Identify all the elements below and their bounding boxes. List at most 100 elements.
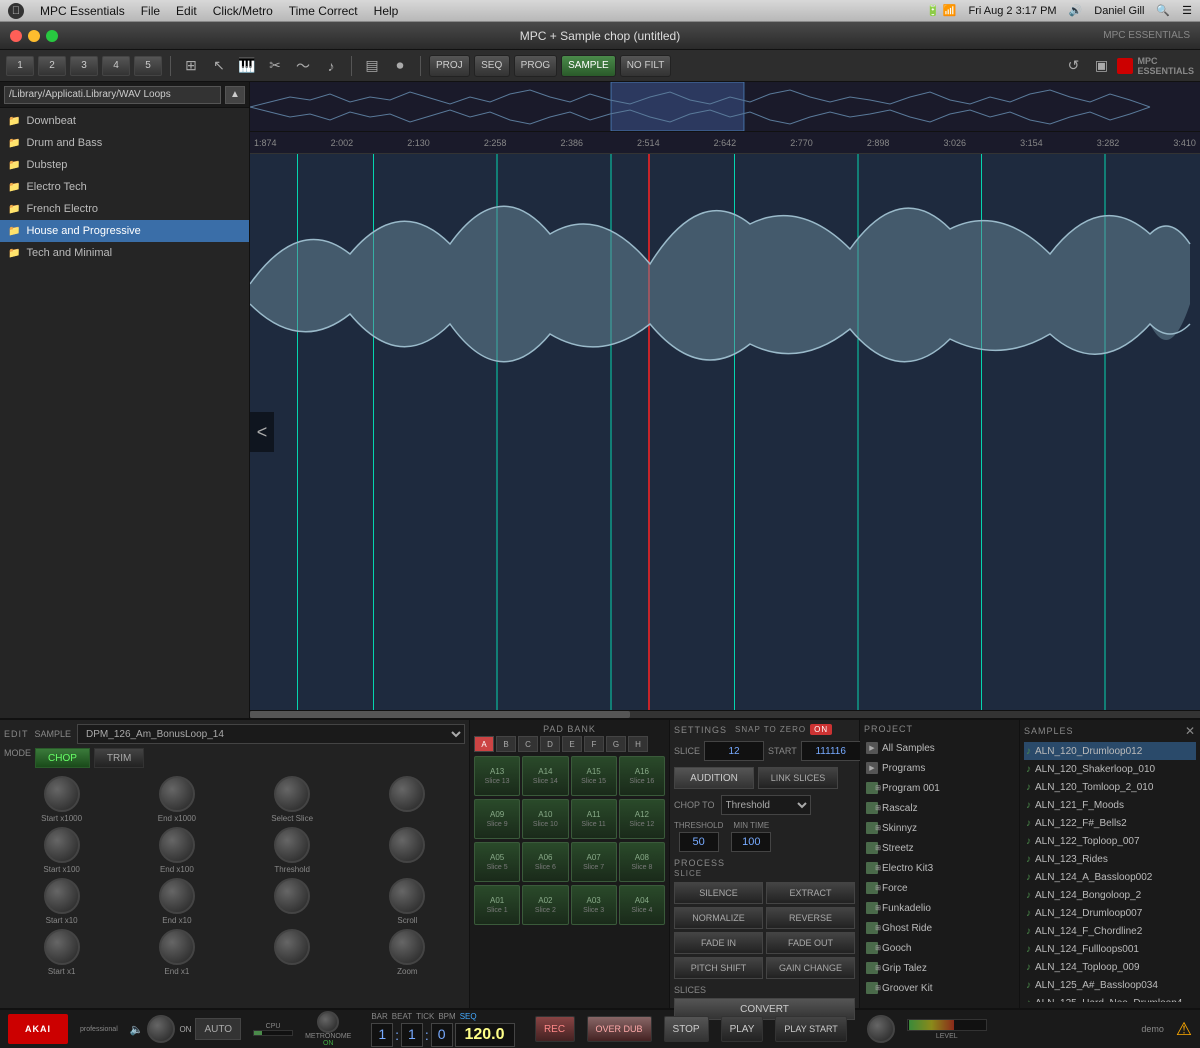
pad-a13[interactable]: A13 Slice 13: [474, 756, 520, 796]
menu-time-correct[interactable]: Time Correct: [289, 4, 358, 18]
sample-item-14[interactable]: ♪ ALN_125_Hard_Neo_Drumloop4: [1024, 994, 1196, 1002]
sample-item-12[interactable]: ♪ ALN_124_Toploop_009: [1024, 958, 1196, 976]
pad-a03[interactable]: A03 Slice 3: [571, 885, 617, 925]
file-item-electro-tech[interactable]: 📁Electro Tech: [0, 176, 249, 198]
pad-a10[interactable]: A10 Slice 10: [522, 799, 568, 839]
start-field[interactable]: [801, 741, 861, 761]
file-item-house-and-progressive[interactable]: 📁House and Progressive: [0, 220, 249, 242]
knob-q12[interactable]: [389, 827, 425, 863]
project-item-all-samples[interactable]: ▶ All Samples: [864, 738, 1015, 758]
knob-q16[interactable]: [389, 776, 425, 812]
project-item-streetz[interactable]: ⊞ Streetz: [864, 838, 1015, 858]
menu-mpc-essentials[interactable]: MPC Essentials: [40, 4, 125, 18]
sample-item-10[interactable]: ♪ ALN_124_F_Chordline2: [1024, 922, 1196, 940]
pad-a12[interactable]: A12 Slice 12: [619, 799, 665, 839]
sample-item-4[interactable]: ♪ ALN_122_F#_Bells2: [1024, 814, 1196, 832]
process-btn-fade-in[interactable]: FADE IN: [674, 932, 763, 954]
pad-a15[interactable]: A15 Slice 15: [571, 756, 617, 796]
process-btn-reverse[interactable]: REVERSE: [766, 907, 855, 929]
bank-btn-c[interactable]: C: [518, 736, 538, 752]
bank-btn-a[interactable]: A: [474, 736, 494, 752]
project-item-force[interactable]: ⊞ Force: [864, 878, 1015, 898]
sample-item-6[interactable]: ♪ ALN_123_Rides: [1024, 850, 1196, 868]
sample-item-1[interactable]: ♪ ALN_120_Shakerloop_010: [1024, 760, 1196, 778]
pad-a07[interactable]: A07 Slice 7: [571, 842, 617, 882]
bank-btn-b[interactable]: B: [496, 736, 516, 752]
pad-a06[interactable]: A06 Slice 6: [522, 842, 568, 882]
prog-btn[interactable]: PROG: [514, 55, 557, 77]
sample-item-5[interactable]: ♪ ALN_122_Toploop_007: [1024, 832, 1196, 850]
pad-a01[interactable]: A01 Slice 1: [474, 885, 520, 925]
no-filt-btn[interactable]: NO FILT: [620, 55, 672, 77]
process-btn-pitch-shift[interactable]: PITCH SHIFT: [674, 957, 763, 979]
wave-icon[interactable]: 〜: [291, 55, 315, 77]
process-btn-extract[interactable]: EXTRACT: [766, 882, 855, 904]
threshold-input[interactable]: [679, 832, 719, 852]
file-item-drum-and-bass[interactable]: 📁Drum and Bass: [0, 132, 249, 154]
process-btn-fade-out[interactable]: FADE OUT: [766, 932, 855, 954]
nav-left-arrow[interactable]: <: [250, 412, 274, 452]
waveform-scrollbar[interactable]: [250, 710, 1200, 718]
menu-file[interactable]: File: [141, 4, 160, 18]
menu-click-metro[interactable]: Click/Metro: [213, 4, 273, 18]
note-icon[interactable]: ♪: [319, 55, 343, 77]
project-item-programs[interactable]: ▶ Programs: [864, 758, 1015, 778]
project-item-electro-kit3[interactable]: ⊞ Electro Kit3: [864, 858, 1015, 878]
knob-q8[interactable]: [389, 878, 425, 914]
volume-knob[interactable]: [147, 1015, 175, 1043]
trim-mode-btn[interactable]: TRIM: [94, 748, 144, 768]
stop-button[interactable]: STOP: [664, 1016, 709, 1042]
trim-icon[interactable]: ✂: [263, 55, 287, 77]
rec-button[interactable]: REC: [535, 1016, 575, 1042]
chop-mode-btn[interactable]: CHOP: [35, 748, 90, 768]
file-item-french-electro[interactable]: 📁French Electro: [0, 198, 249, 220]
slice-icon[interactable]: ▤: [360, 55, 384, 77]
pad-a16[interactable]: A16 Slice 16: [619, 756, 665, 796]
menu-icon[interactable]: ☰: [1182, 4, 1192, 17]
sample-item-3[interactable]: ♪ ALN_121_F_Moods: [1024, 796, 1196, 814]
path-input[interactable]: [4, 86, 221, 104]
knob-q5[interactable]: [44, 878, 80, 914]
menu-edit[interactable]: Edit: [176, 4, 197, 18]
project-item-program-001[interactable]: ⊞ Program 001: [864, 778, 1015, 798]
samples-close-btn[interactable]: ✕: [1185, 724, 1196, 738]
audition-btn[interactable]: AUDITION: [674, 767, 754, 789]
bank-btn-h[interactable]: H: [628, 736, 648, 752]
pad-a09[interactable]: A09 Slice 9: [474, 799, 520, 839]
file-item-tech-and-minimal[interactable]: 📁Tech and Minimal: [0, 242, 249, 264]
file-item-dubstep[interactable]: 📁Dubstep: [0, 154, 249, 176]
sample-item-13[interactable]: ♪ ALN_125_A#_Bassloop034: [1024, 976, 1196, 994]
process-btn-normalize[interactable]: NORMALIZE: [674, 907, 763, 929]
knob-q13[interactable]: [44, 776, 80, 812]
knob-q1[interactable]: [44, 929, 80, 965]
sample-item-11[interactable]: ♪ ALN_124_Fullloops001: [1024, 940, 1196, 958]
undo-icon[interactable]: ↺: [1061, 55, 1085, 77]
pad-a04[interactable]: A04 Slice 4: [619, 885, 665, 925]
metronome-knob[interactable]: [317, 1011, 339, 1033]
project-item-rascalz[interactable]: ⊞ Rascalz: [864, 798, 1015, 818]
sample-btn[interactable]: SAMPLE: [561, 55, 616, 77]
bank-btn-e[interactable]: E: [562, 736, 582, 752]
proj-btn[interactable]: PROJ: [429, 55, 470, 77]
play-start-button[interactable]: PLAY START: [775, 1016, 846, 1042]
num-btn-1[interactable]: 1: [6, 56, 34, 76]
project-item-grip-talez[interactable]: ⊞ Grip Talez: [864, 958, 1015, 978]
pad-a08[interactable]: A08 Slice 8: [619, 842, 665, 882]
num-btn-4[interactable]: 4: [102, 56, 130, 76]
knob-q3[interactable]: [274, 929, 310, 965]
pad-a11[interactable]: A11 Slice 11: [571, 799, 617, 839]
on-badge[interactable]: ON: [810, 724, 832, 735]
project-item-skinnyz[interactable]: ⊞ Skinnyz: [864, 818, 1015, 838]
maximize-button[interactable]: [46, 30, 58, 42]
display-icon[interactable]: ▣: [1089, 55, 1113, 77]
scroll-thumb[interactable]: [250, 711, 630, 718]
play-button[interactable]: PLAY: [721, 1016, 764, 1042]
pad-a05[interactable]: A05 Slice 5: [474, 842, 520, 882]
pad-a02[interactable]: A02 Slice 2: [522, 885, 568, 925]
knob-q15[interactable]: [274, 776, 310, 812]
overdub-button[interactable]: OVER DUB: [587, 1016, 652, 1042]
file-item-downbeat[interactable]: 📁Downbeat: [0, 110, 249, 132]
sample-item-8[interactable]: ♪ ALN_124_Bongoloop_2: [1024, 886, 1196, 904]
sample-item-0[interactable]: ♪ ALN_120_Drumloop012: [1024, 742, 1196, 760]
sample-item-2[interactable]: ♪ ALN_120_Tomloop_2_010: [1024, 778, 1196, 796]
